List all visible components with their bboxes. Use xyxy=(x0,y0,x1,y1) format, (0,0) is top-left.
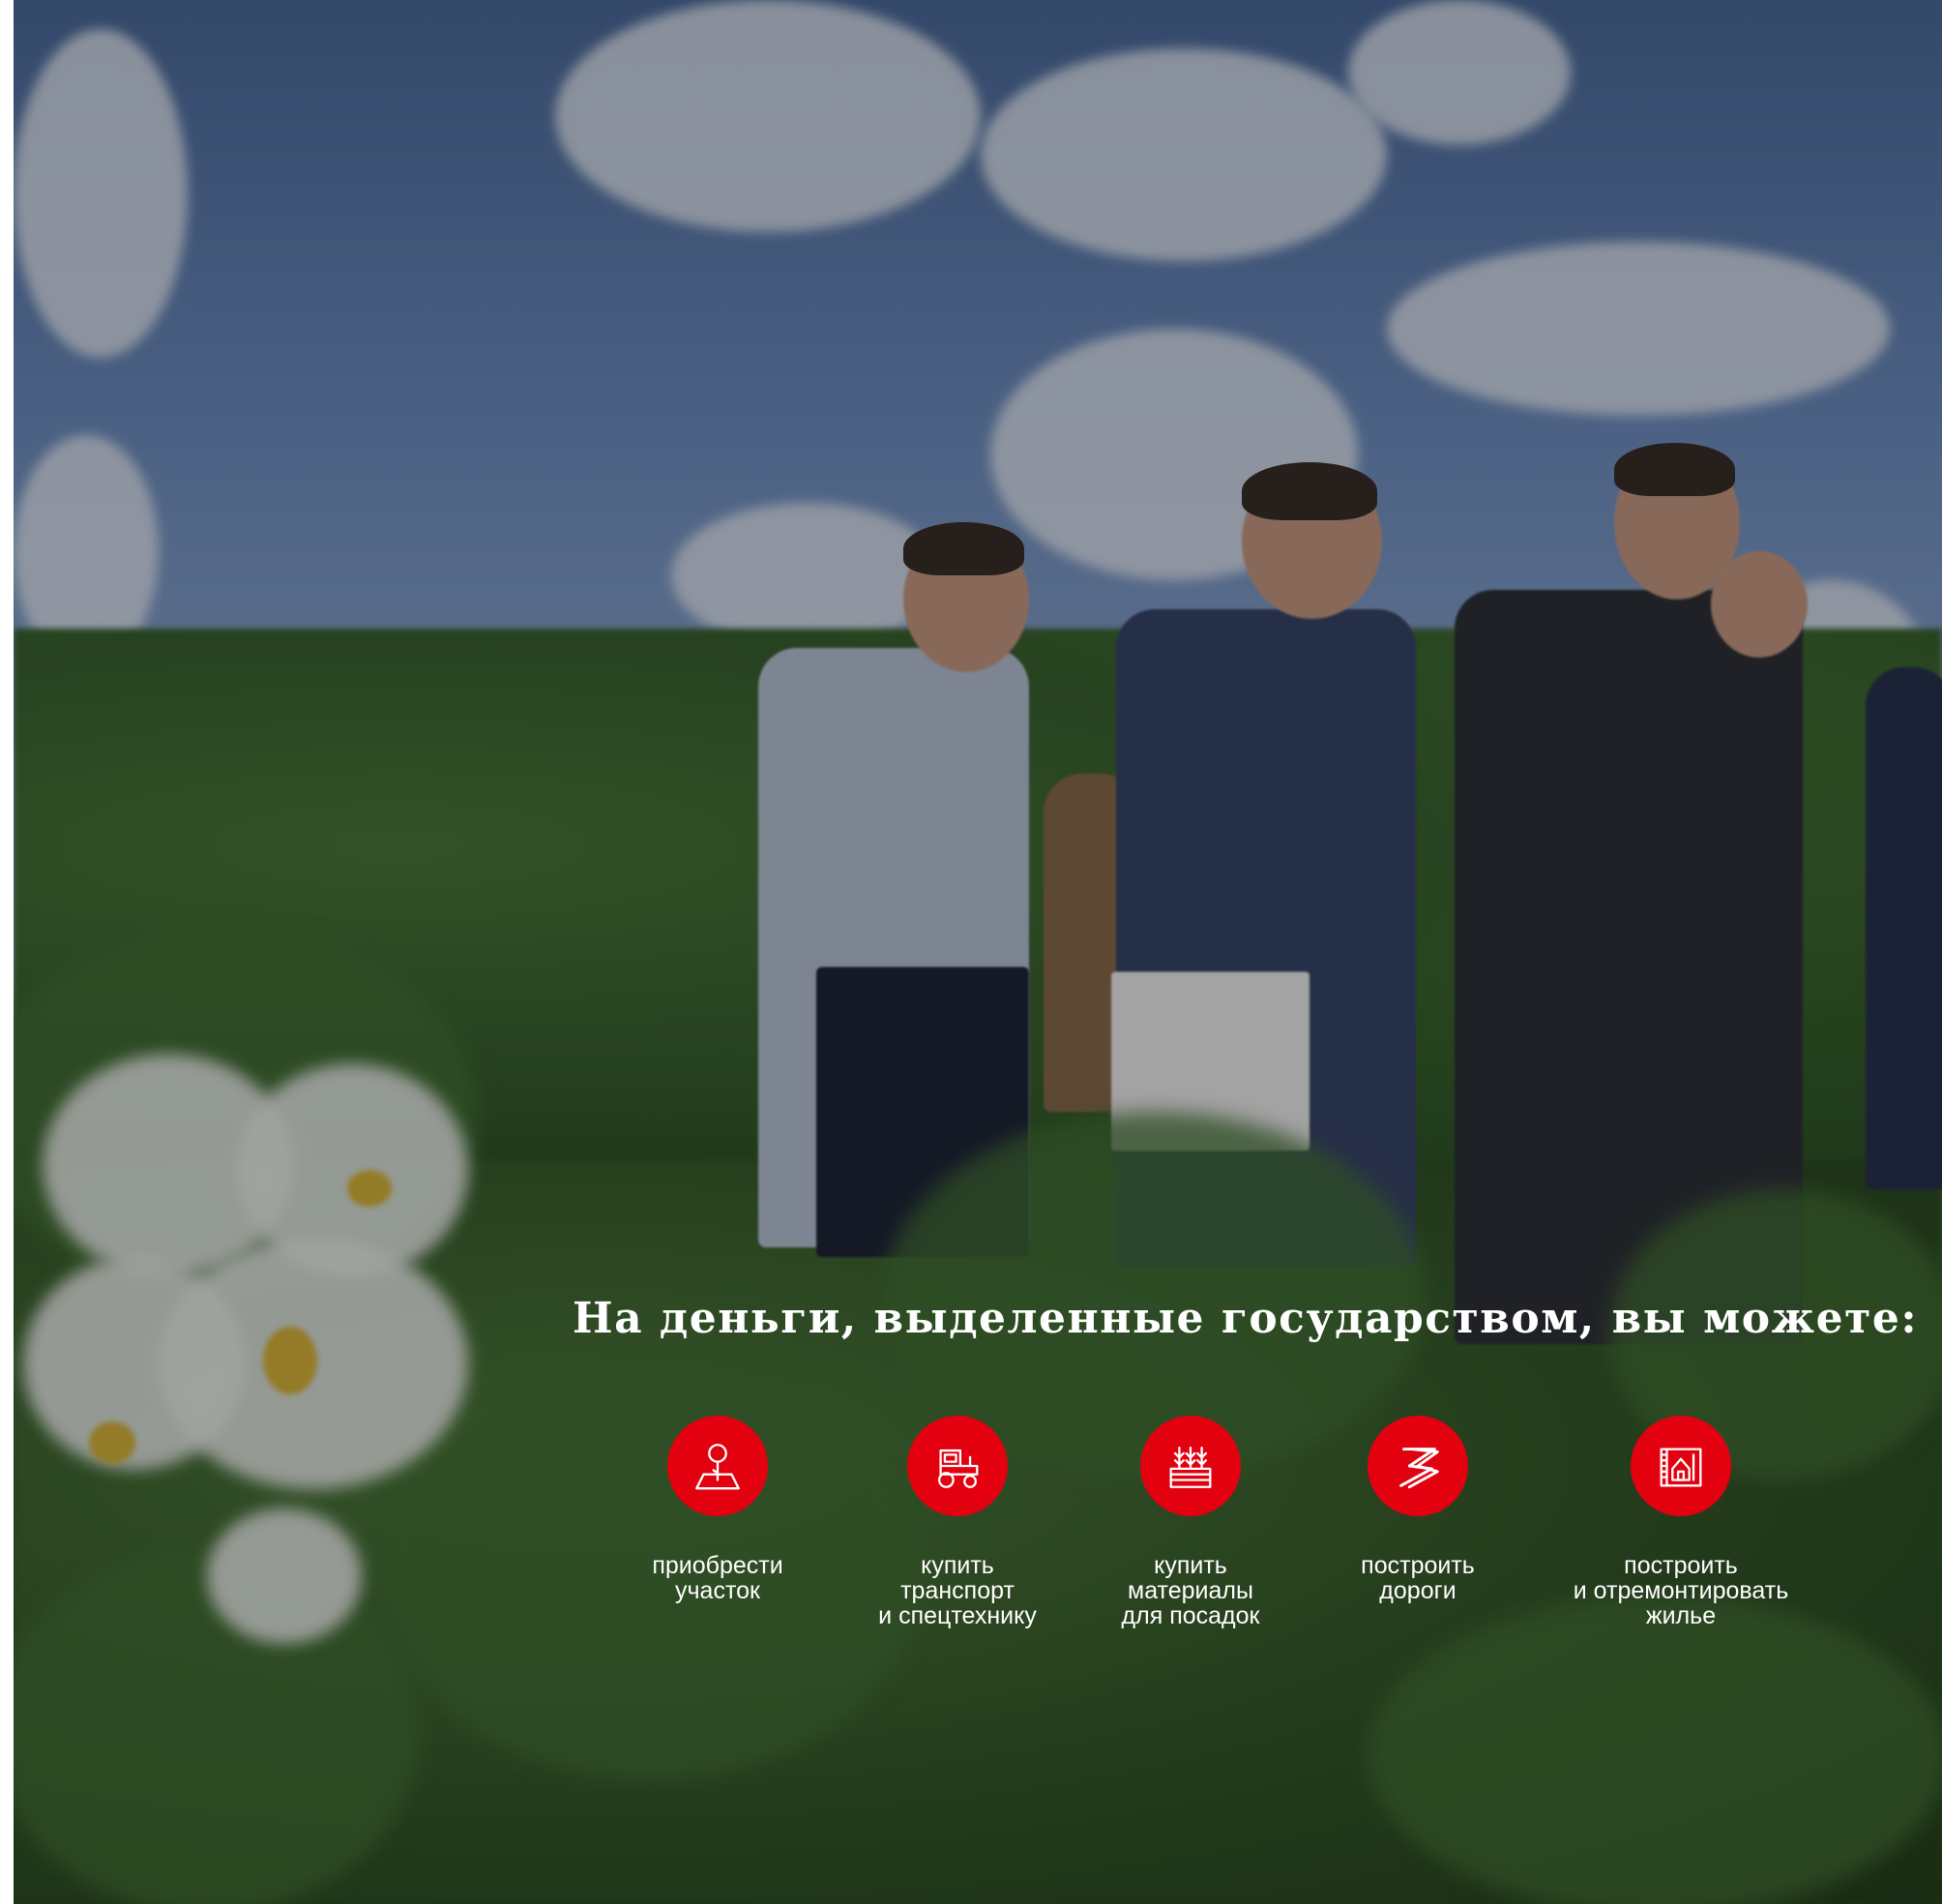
seedlings-icon xyxy=(1140,1416,1241,1516)
feature-label: построить и отремонтировать жилье xyxy=(1573,1552,1789,1629)
section-headline: На деньги, выделенные государством, вы м… xyxy=(573,1294,1919,1343)
feature-build-housing: построить и отремонтировать жилье xyxy=(1536,1416,1826,1628)
house-plan-icon xyxy=(1631,1416,1731,1516)
feature-label: построить дороги xyxy=(1361,1552,1475,1604)
tractor-icon xyxy=(907,1416,1008,1516)
land-plot-icon xyxy=(667,1416,768,1516)
feature-build-roads: построить дороги xyxy=(1273,1416,1563,1603)
road-icon xyxy=(1368,1416,1468,1516)
